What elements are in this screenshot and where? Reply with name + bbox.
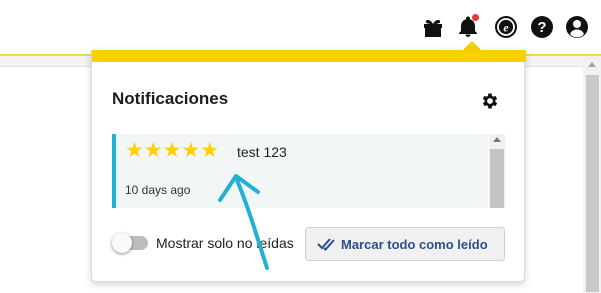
page-scrollbar[interactable] <box>584 56 601 292</box>
star-rating: ★★★★★ <box>125 140 220 162</box>
notification-text: test 123 <box>237 144 287 160</box>
scroll-thumb[interactable] <box>490 149 504 208</box>
help-icon[interactable]: ? <box>530 15 554 39</box>
top-bar: e ? <box>0 0 601 54</box>
notifications-popup: Notificaciones ★★★★★ test 123 10 days ag… <box>91 50 526 282</box>
svg-text:e: e <box>503 21 509 35</box>
double-check-icon <box>317 238 335 251</box>
notification-item[interactable]: ★★★★★ test 123 10 days ago <box>112 134 488 208</box>
notification-time: 10 days ago <box>125 183 191 197</box>
gear-icon[interactable] <box>480 91 500 111</box>
scroll-thumb[interactable] <box>586 75 599 292</box>
popup-accent-bar <box>92 50 526 62</box>
popup-title: Notificaciones <box>112 89 229 108</box>
bell-icon[interactable] <box>456 14 480 39</box>
unread-only-label: Mostrar solo no leídas <box>156 235 294 251</box>
popup-pointer <box>463 41 481 50</box>
scroll-up-arrow-icon[interactable] <box>493 137 501 142</box>
scroll-up-arrow-icon[interactable] <box>588 62 596 67</box>
unread-only-toggle[interactable] <box>112 233 148 253</box>
star-icons: ★★★★★ <box>125 139 220 162</box>
list-scrollbar[interactable] <box>489 134 505 208</box>
svg-text:?: ? <box>537 19 546 36</box>
toggle-knob <box>112 233 132 253</box>
unread-dot <box>472 14 479 21</box>
account-icon[interactable] <box>565 15 589 39</box>
evernote-icon[interactable]: e <box>494 15 518 39</box>
notification-list: ★★★★★ test 123 10 days ago <box>112 134 505 208</box>
mark-all-read-button[interactable]: Marcar todo como leído <box>305 227 505 261</box>
gift-icon[interactable] <box>421 15 445 39</box>
mark-all-read-label: Marcar todo como leído <box>341 237 488 252</box>
